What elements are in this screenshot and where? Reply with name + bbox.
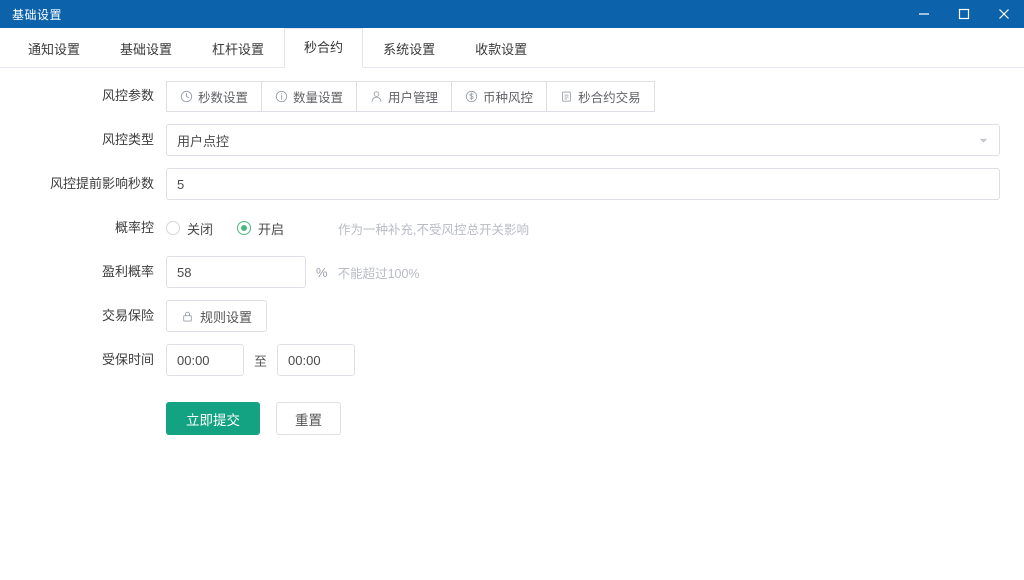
window-controls (904, 0, 1024, 28)
tab-system-settings[interactable]: 系统设置 (363, 29, 455, 68)
profit-probability-row: 盈利概率 58 % 不能超过100% (0, 256, 1024, 288)
clipboard-icon (560, 90, 573, 103)
probability-control-row: 概率控 关闭 开启 作为一种补充,不受风控总开关影响 (0, 212, 1024, 244)
risk-params-row: 风控参数 秒数设置 数量设置 用户管理 (0, 80, 1024, 112)
profit-probability-input[interactable]: 58 (166, 256, 306, 288)
advance-seconds-control: 5 (166, 168, 1000, 200)
user-icon (370, 90, 383, 103)
quantity-settings-label: 数量设置 (293, 87, 343, 106)
insured-time-end-value: 00:00 (288, 353, 321, 368)
second-contract-trade-button[interactable]: 秒合约交易 (547, 81, 655, 112)
profit-probability-control: 58 % 不能超过100% (166, 256, 420, 288)
currency-risk-control-label: 币种风控 (483, 87, 533, 106)
seconds-settings-button[interactable]: 秒数设置 (166, 81, 262, 112)
probability-control-hint: 作为一种补充,不受风控总开关影响 (338, 219, 529, 238)
insured-time-row: 受保时间 00:00 至 00:00 (0, 344, 1024, 376)
lock-icon (181, 310, 194, 323)
advance-seconds-label: 风控提前影响秒数 (0, 168, 166, 200)
window-title: 基础设置 (0, 6, 62, 23)
tab-bar: 通知设置 基础设置 杠杆设置 秒合约 系统设置 收款设置 (0, 28, 1024, 68)
tab-basic-settings[interactable]: 基础设置 (100, 29, 192, 68)
risk-params-label: 风控参数 (0, 80, 166, 112)
user-management-button[interactable]: 用户管理 (357, 81, 452, 112)
trade-insurance-label: 交易保险 (0, 300, 166, 332)
probability-on-radio[interactable]: 开启 (237, 219, 284, 238)
form-actions: 立即提交 重置 (166, 402, 341, 435)
radio-dot-on (237, 221, 251, 235)
trade-insurance-control: 规则设置 (166, 300, 267, 332)
tab-notification-settings[interactable]: 通知设置 (8, 29, 100, 68)
chevron-down-icon (978, 135, 989, 146)
close-button[interactable] (984, 0, 1024, 28)
probability-control-label: 概率控 (0, 212, 166, 244)
probability-off-label: 关闭 (187, 219, 213, 238)
risk-type-control: 用户点控 (166, 124, 1000, 156)
seconds-settings-label: 秒数设置 (198, 87, 248, 106)
insured-time-label: 受保时间 (0, 344, 166, 376)
profit-probability-label: 盈利概率 (0, 256, 166, 288)
advance-seconds-input[interactable]: 5 (166, 168, 1000, 200)
rule-settings-button[interactable]: 规则设置 (166, 300, 267, 332)
rule-settings-label: 规则设置 (200, 307, 252, 326)
info-circle-icon (275, 90, 288, 103)
minimize-button[interactable] (904, 0, 944, 28)
tab-payment-settings[interactable]: 收款设置 (455, 29, 547, 68)
clock-icon (180, 90, 193, 103)
second-contract-form: 风控参数 秒数设置 数量设置 用户管理 (0, 68, 1024, 435)
insured-time-end-input[interactable]: 00:00 (277, 344, 355, 376)
probability-on-label: 开启 (258, 219, 284, 238)
risk-params-button-group: 秒数设置 数量设置 用户管理 币种风控 (166, 81, 655, 112)
dollar-circle-icon (465, 90, 478, 103)
risk-type-select[interactable]: 用户点控 (166, 124, 1000, 156)
submit-button[interactable]: 立即提交 (166, 402, 260, 435)
advance-seconds-row: 风控提前影响秒数 5 (0, 168, 1024, 200)
currency-risk-control-button[interactable]: 币种风控 (452, 81, 547, 112)
risk-type-row: 风控类型 用户点控 (0, 124, 1024, 156)
form-actions-row: 立即提交 重置 (0, 402, 1024, 435)
tab-second-contract[interactable]: 秒合约 (284, 28, 363, 68)
second-contract-trade-label: 秒合约交易 (578, 87, 641, 106)
profit-probability-unit: % (316, 265, 328, 280)
window-titlebar: 基础设置 (0, 0, 1024, 28)
trade-insurance-row: 交易保险 规则设置 (0, 300, 1024, 332)
radio-dot-off (166, 221, 180, 235)
profit-probability-hint: 不能超过100% (338, 263, 420, 282)
risk-type-label: 风控类型 (0, 124, 166, 156)
insured-time-separator: 至 (254, 351, 267, 370)
insured-time-start-input[interactable]: 00:00 (166, 344, 244, 376)
profit-probability-value: 58 (177, 265, 191, 280)
insured-time-control: 00:00 至 00:00 (166, 344, 355, 376)
user-management-label: 用户管理 (388, 87, 438, 106)
tab-leverage-settings[interactable]: 杠杆设置 (192, 29, 284, 68)
quantity-settings-button[interactable]: 数量设置 (262, 81, 357, 112)
advance-seconds-value: 5 (177, 177, 184, 192)
insured-time-start-value: 00:00 (177, 353, 210, 368)
risk-type-value: 用户点控 (177, 131, 229, 150)
probability-off-radio[interactable]: 关闭 (166, 219, 213, 238)
reset-button[interactable]: 重置 (276, 402, 341, 435)
maximize-button[interactable] (944, 0, 984, 28)
probability-control-radio-group: 关闭 开启 作为一种补充,不受风控总开关影响 (166, 219, 529, 238)
